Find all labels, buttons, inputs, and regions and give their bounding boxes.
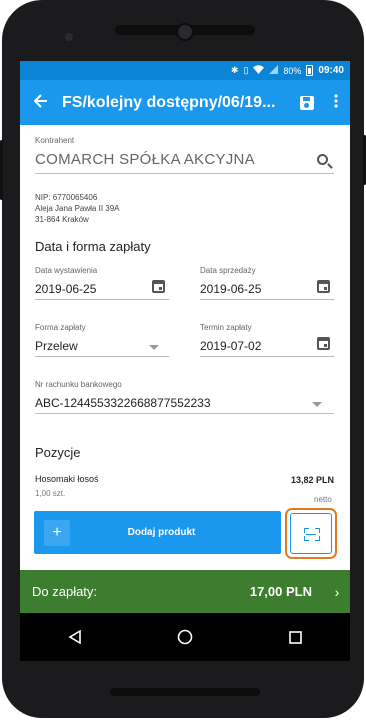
add-product-button[interactable]: + Dodaj produkt bbox=[34, 511, 281, 554]
issue-date-label: Data wystawienia bbox=[35, 266, 98, 275]
wifi-icon bbox=[253, 65, 265, 76]
battery-percent: 80% bbox=[283, 65, 302, 76]
bank-account-select[interactable]: ABC-1244553322668877552233 bbox=[35, 396, 211, 410]
arrow-left-icon bbox=[33, 94, 47, 108]
amount-due-bar[interactable]: Do zapłaty: 17,00 PLN › bbox=[20, 570, 350, 613]
search-icon[interactable] bbox=[317, 154, 328, 165]
battery-icon bbox=[306, 65, 314, 76]
back-button[interactable] bbox=[20, 91, 62, 114]
save-button[interactable] bbox=[292, 95, 322, 110]
issue-date-field[interactable]: 2019-06-25 bbox=[35, 282, 96, 296]
app-bar: FS/kolejny dostępny/06/19... bbox=[20, 80, 350, 125]
nav-recent-apps-icon[interactable] bbox=[289, 630, 302, 644]
add-product-label: Dodaj produkt bbox=[127, 527, 196, 538]
due-date-underline bbox=[200, 356, 334, 357]
contractor-field[interactable]: COMARCH SPÓŁKA AKCYJNA bbox=[35, 151, 255, 168]
chevron-down-icon[interactable] bbox=[312, 402, 322, 407]
amount-due-value: 17,00 PLN bbox=[249, 584, 312, 599]
clock: 09:40 bbox=[318, 65, 344, 76]
items-section-title: Pozycje bbox=[35, 445, 81, 460]
save-icon bbox=[300, 95, 314, 110]
sale-date-field[interactable]: 2019-06-25 bbox=[200, 282, 261, 296]
calendar-icon[interactable] bbox=[317, 337, 330, 350]
contractor-nip: NIP: 6770065406 bbox=[35, 193, 98, 202]
chevron-down-icon[interactable] bbox=[149, 345, 159, 350]
due-date-label: Termin zapłaty bbox=[200, 323, 252, 332]
bank-account-underline bbox=[35, 413, 334, 414]
bluetooth-icon: ✱ bbox=[230, 65, 239, 75]
contractor-address-line2: 31-864 Kraków bbox=[35, 215, 89, 224]
item-price: 13,82 PLN bbox=[291, 475, 335, 485]
bottom-speaker bbox=[110, 688, 260, 696]
screen: ✱ ▯ 80% 09:40 FS/kolejny dostępny/06/19.… bbox=[20, 61, 350, 661]
nav-home-icon[interactable] bbox=[177, 629, 193, 645]
page-title: FS/kolejny dostępny/06/19... bbox=[62, 93, 276, 111]
calendar-icon[interactable] bbox=[317, 280, 330, 293]
contractor-address-line1: Aleja Jana Pawła II 39A bbox=[35, 204, 120, 213]
invoice-form: Kontrahent COMARCH SPÓŁKA AKCYJNA NIP: 6… bbox=[20, 125, 350, 569]
status-bar: ✱ ▯ 80% 09:40 bbox=[20, 61, 350, 80]
payment-method-select[interactable]: Przelew bbox=[35, 339, 78, 353]
amount-due-label: Do zapłaty: bbox=[32, 584, 98, 599]
issue-date-underline bbox=[35, 299, 169, 300]
due-date-field[interactable]: 2019-07-02 bbox=[200, 339, 261, 353]
nav-back-icon[interactable] bbox=[68, 630, 82, 644]
system-nav-bar bbox=[20, 613, 350, 661]
more-vertical-icon bbox=[334, 94, 338, 108]
volume-button bbox=[0, 140, 3, 200]
scan-barcode-button[interactable] bbox=[290, 513, 332, 554]
plus-icon: + bbox=[44, 519, 70, 546]
payment-method-underline bbox=[35, 356, 169, 357]
scan-corner bbox=[304, 528, 309, 533]
front-camera bbox=[176, 23, 194, 41]
item-quantity: 1,00 szt. bbox=[35, 489, 66, 498]
sale-date-label: Data sprzedaży bbox=[200, 266, 256, 275]
scan-button-highlight bbox=[285, 508, 337, 559]
signal-icon bbox=[269, 65, 279, 76]
chevron-right-icon: › bbox=[334, 583, 340, 600]
scan-corner bbox=[315, 528, 320, 533]
scan-corner bbox=[315, 536, 320, 541]
phone-frame: ✱ ▯ 80% 09:40 FS/kolejny dostępny/06/19.… bbox=[0, 0, 366, 718]
scan-corner bbox=[304, 536, 309, 541]
contractor-label: Kontrahent bbox=[35, 136, 75, 145]
vibrate-icon: ▯ bbox=[243, 65, 249, 75]
more-options-button[interactable] bbox=[322, 92, 350, 113]
sale-date-underline bbox=[200, 299, 334, 300]
sensor-dot bbox=[65, 33, 73, 41]
scan-icon bbox=[306, 534, 316, 535]
item-name: Hosomaki łosoś bbox=[35, 474, 99, 484]
calendar-icon[interactable] bbox=[152, 280, 165, 293]
payment-section-title: Data i forma zapłaty bbox=[35, 239, 151, 254]
bank-account-label: Nr rachunku bankowego bbox=[35, 380, 122, 389]
payment-method-label: Forma zapłaty bbox=[35, 323, 86, 332]
item-price-type: netto bbox=[314, 495, 332, 504]
contractor-underline bbox=[35, 173, 334, 174]
